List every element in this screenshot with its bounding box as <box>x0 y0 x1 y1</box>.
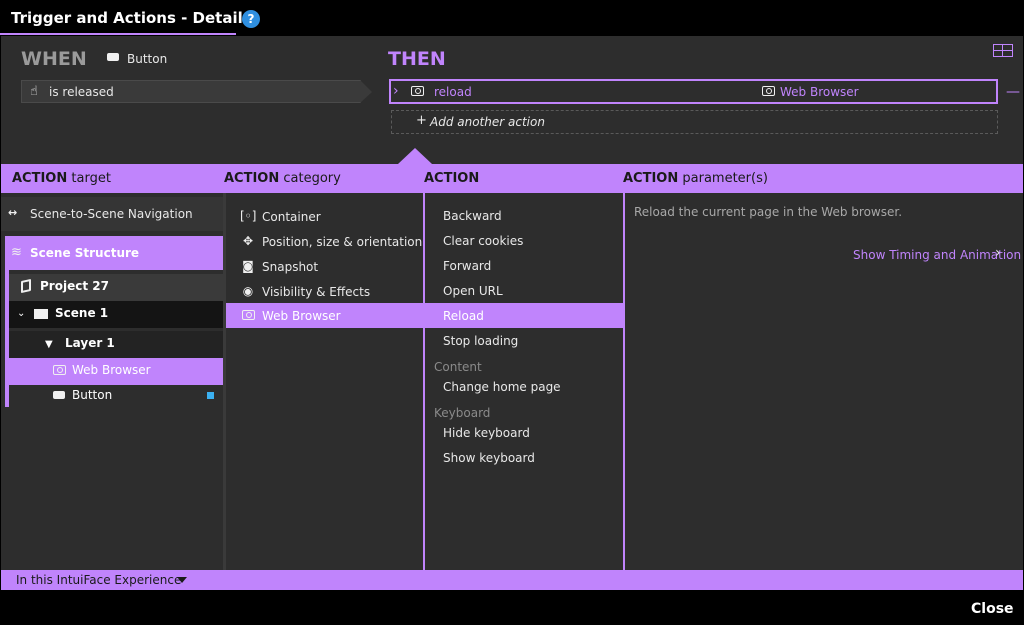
scene-label: Scene 1 <box>55 306 109 320</box>
scene-structure-label: Scene Structure <box>30 246 140 260</box>
project-label: Project 27 <box>40 279 109 293</box>
scope-bar[interactable]: In this IntuiFace Experience <box>1 570 1023 590</box>
action-item-hide-keyboard[interactable]: Hide keyboard <box>425 420 623 445</box>
action-description: Reload the current page in the Web brows… <box>634 205 903 219</box>
button-object-icon <box>53 391 65 399</box>
web-browser-icon <box>411 86 424 96</box>
category-item-position[interactable]: ✥ Position, size & orientation <box>226 229 423 254</box>
help-icon[interactable]: ? <box>242 10 260 28</box>
caret-down-icon[interactable] <box>177 577 187 583</box>
action-item-backward[interactable]: Backward <box>425 203 623 228</box>
pointer-arrow <box>398 148 432 164</box>
tree-item-web-browser[interactable]: Web Browser <box>9 358 223 385</box>
eye-icon: ◉ <box>242 284 254 298</box>
title-underline <box>0 33 236 35</box>
button-object-icon <box>107 53 119 61</box>
scene-navigation-item[interactable]: ↔ Scene-to-Scene Navigation <box>1 197 223 231</box>
remove-action-button[interactable]: — <box>1006 84 1020 100</box>
action-target: Web Browser <box>780 85 859 99</box>
tree-item-layer[interactable]: ▼ Layer 1 <box>9 331 223 358</box>
category-label: Visibility & Effects <box>262 285 371 299</box>
when-then-area: WHEN Button ☝ is released THEN › reload … <box>1 36 1023 164</box>
status-indicator <box>207 392 214 399</box>
action-name: reload <box>434 85 472 99</box>
category-label: Position, size & orientation <box>262 235 423 249</box>
chevron-down-icon[interactable]: ⌄ <box>17 308 25 319</box>
tree-item-button[interactable]: Button <box>9 383 223 410</box>
category-label: Container <box>262 210 321 224</box>
then-label: THEN <box>388 48 446 70</box>
column-header-category: ACTION category <box>224 171 341 186</box>
action-parameters-panel: Reload the current page in the Web brows… <box>625 193 1023 570</box>
action-item-clear-cookies[interactable]: Clear cookies <box>425 228 623 253</box>
column-header-action: ACTION <box>424 171 480 186</box>
column-header-target: ACTION target <box>12 171 111 186</box>
action-item-show-keyboard[interactable]: Show keyboard <box>425 445 623 470</box>
category-item-web-browser[interactable]: Web Browser <box>226 303 423 328</box>
column-header-bar: ACTION target ACTION category ACTION ACT… <box>1 164 1023 193</box>
chevron-right-icon[interactable]: › <box>995 245 1001 261</box>
web-browser-icon <box>242 310 255 320</box>
category-item-snapshot[interactable]: ◙ Snapshot <box>226 254 423 279</box>
tree-item-scene[interactable]: ⌄ Scene 1 <box>9 301 223 328</box>
scene-structure-item[interactable]: ≋ Scene Structure <box>5 236 223 270</box>
category-item-container[interactable]: [◦] Container <box>226 204 423 229</box>
layer-label: Layer 1 <box>65 336 115 350</box>
tree-item-project[interactable]: Project 27 <box>9 274 223 301</box>
trigger-row[interactable]: ☝ is released <box>21 80 361 103</box>
web-browser-icon <box>762 86 775 96</box>
trigger-label: is released <box>49 85 114 99</box>
action-item-forward[interactable]: Forward <box>425 253 623 278</box>
container-icon: [◦] <box>240 209 257 223</box>
action-list-panel: Backward Clear cookies Forward Open URL … <box>425 193 623 570</box>
action-target-panel: ↔ Scene-to-Scene Navigation ≋ Scene Stru… <box>1 193 223 570</box>
group-label-keyboard: Keyboard <box>434 406 491 420</box>
group-label-content: Content <box>434 360 482 374</box>
caret-down-icon[interactable]: ▼ <box>45 339 53 350</box>
close-button[interactable]: Close <box>971 601 1014 617</box>
plus-icon: + <box>416 113 427 128</box>
action-item-stop-loading[interactable]: Stop loading <box>425 328 623 353</box>
button-label: Button <box>72 388 113 402</box>
action-item-reload[interactable]: Reload <box>425 303 623 328</box>
camera-icon: ◙ <box>242 259 254 273</box>
navigation-arrows-icon: ↔ <box>8 206 18 219</box>
action-item-change-home-page[interactable]: Change home page <box>425 374 623 399</box>
scope-label: In this IntuiFace Experience <box>16 573 182 587</box>
action-row-reload[interactable]: › reload Web Browser <box>389 79 998 104</box>
table-view-icon[interactable] <box>993 44 1013 57</box>
column-header-parameters: ACTION parameter(s) <box>623 171 768 186</box>
web-browser-icon <box>53 365 66 375</box>
add-another-action-button[interactable]: + Add another action <box>391 110 998 134</box>
project-icon <box>21 278 31 294</box>
move-icon: ✥ <box>242 234 254 248</box>
scene-navigation-label: Scene-to-Scene Navigation <box>30 207 193 221</box>
hand-icon: ☝ <box>30 84 38 99</box>
trigger-arrow <box>360 80 372 103</box>
action-item-open-url[interactable]: Open URL <box>425 278 623 303</box>
add-action-label: Add another action <box>430 115 545 129</box>
when-object-name: Button <box>127 52 168 66</box>
chevron-right-icon: › <box>393 83 399 99</box>
layers-icon: ≋ <box>11 245 22 260</box>
dialog-title: Trigger and Actions - Details <box>11 9 252 27</box>
category-item-visibility[interactable]: ◉ Visibility & Effects <box>226 279 423 304</box>
action-category-panel: [◦] Container ✥ Position, size & orienta… <box>226 193 423 570</box>
when-label: WHEN <box>21 48 87 70</box>
category-label: Snapshot <box>262 260 319 274</box>
web-browser-label: Web Browser <box>72 363 151 377</box>
scene-icon <box>34 309 48 319</box>
title-bar: Trigger and Actions - Details ? <box>0 0 1024 36</box>
category-label: Web Browser <box>262 309 341 323</box>
